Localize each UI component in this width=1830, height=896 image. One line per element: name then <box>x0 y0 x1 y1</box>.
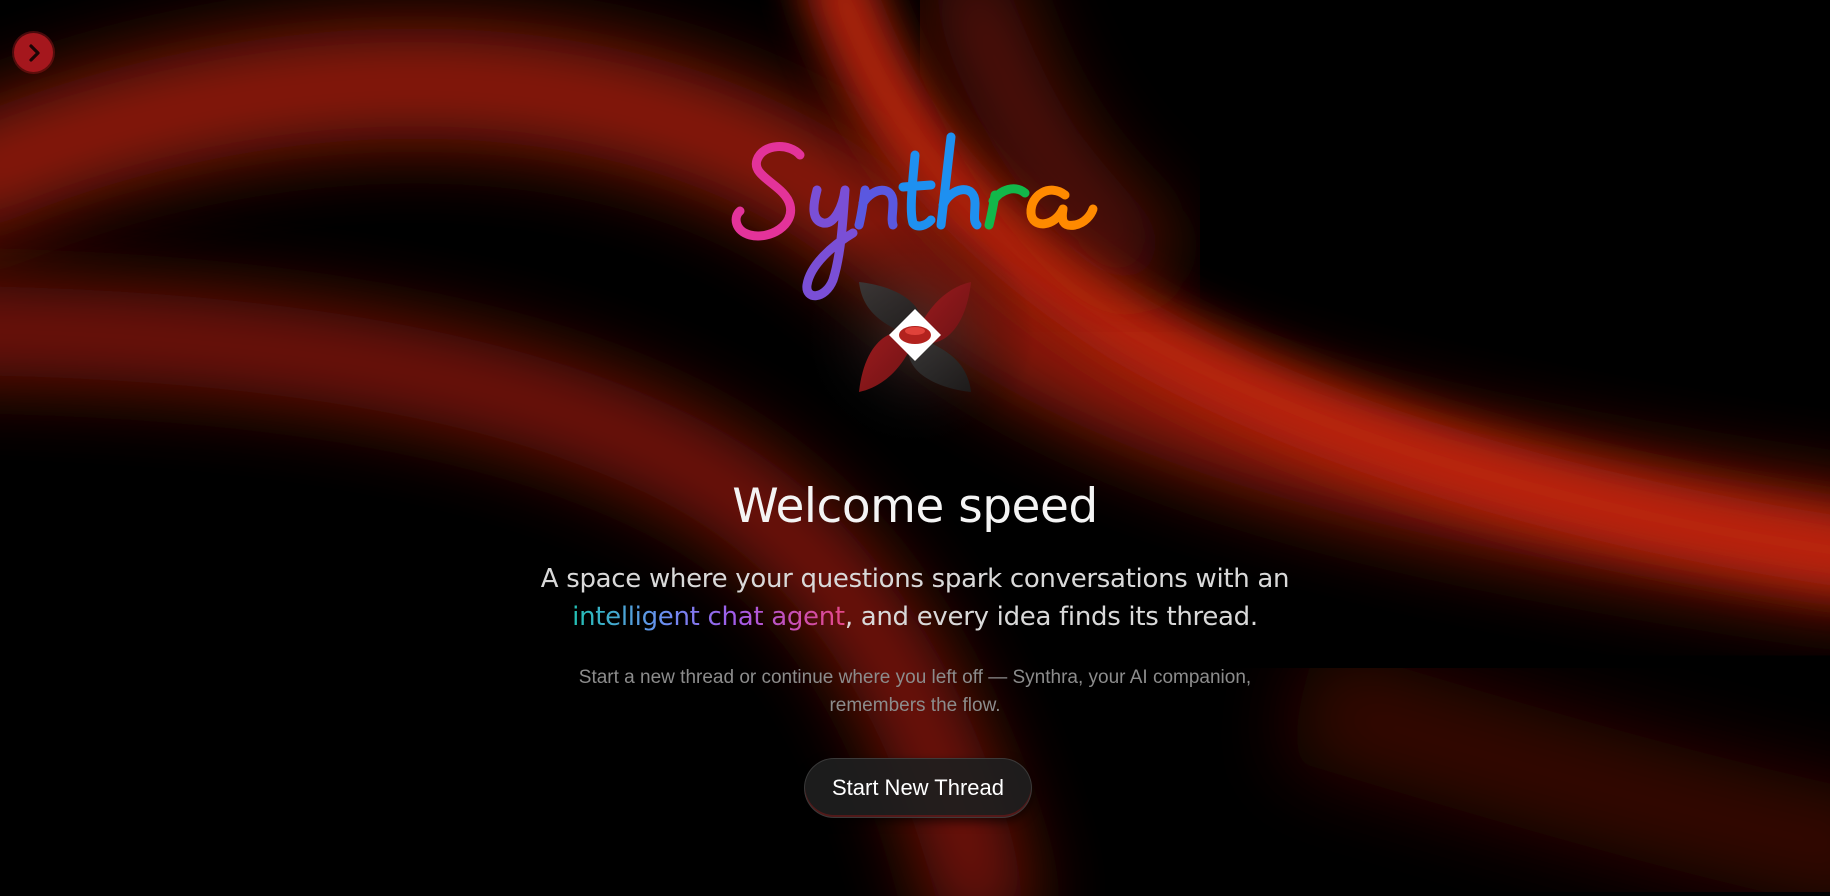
synthra-emblem-icon <box>859 282 971 392</box>
start-new-thread-button[interactable]: Start New Thread <box>804 758 1032 818</box>
subtext: Start a new thread or continue where you… <box>578 667 1252 716</box>
welcome-screen: Welcome speed A space where your questio… <box>0 0 1830 896</box>
tagline-text-start: A space where your questions spark conve… <box>540 564 1290 594</box>
sidebar-toggle-button[interactable] <box>14 33 53 72</box>
tagline: A space where your questions spark conve… <box>515 560 1315 636</box>
tagline-text-end: , and every idea finds its thread. <box>844 602 1258 632</box>
welcome-heading: Welcome speed <box>732 479 1098 535</box>
tagline-highlight: intelligent chat agent <box>572 602 845 632</box>
chevron-right-icon <box>28 43 40 62</box>
